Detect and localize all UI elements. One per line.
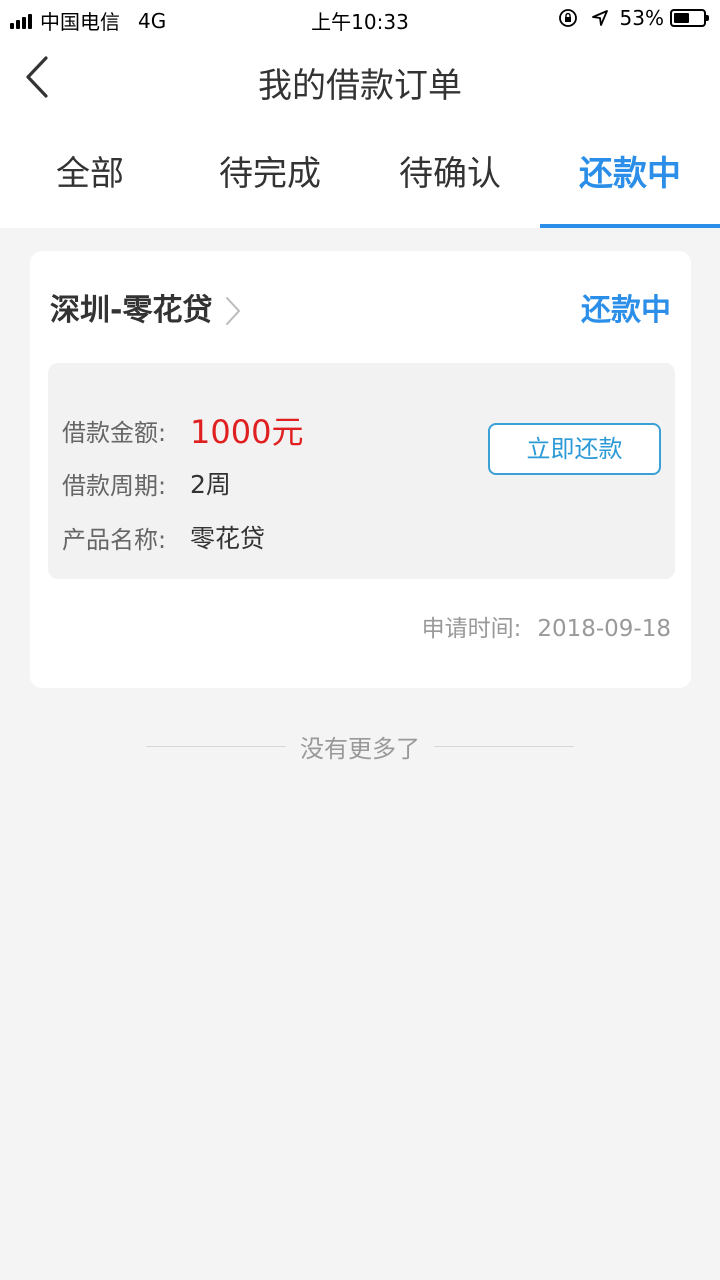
period-label: 借款周期: bbox=[62, 471, 167, 500]
divider bbox=[146, 745, 286, 747]
page-title: 我的借款订单 bbox=[258, 66, 462, 106]
apply-time-label: 申请时间: bbox=[421, 616, 522, 642]
apply-time: 申请时间: 2018-09-18 bbox=[422, 609, 671, 643]
order-title: 深圳-零花贷 bbox=[50, 293, 213, 328]
order-title-link[interactable]: 深圳-零花贷 bbox=[50, 291, 242, 331]
order-info-box: 借款金额: 1000元 借款周期: 2周 产品名称: 零花贷 立即还款 bbox=[48, 363, 675, 579]
list-end-note: 没有更多了 bbox=[0, 728, 720, 764]
chevron-right-icon bbox=[226, 297, 241, 325]
repay-now-button[interactable]: 立即还款 bbox=[488, 423, 661, 475]
amount-label: 借款金额: bbox=[62, 418, 167, 447]
tab-bar: 全部 待完成 待确认 还款中 bbox=[0, 122, 720, 228]
product-value: 零花贷 bbox=[190, 524, 266, 553]
order-status-badge: 还款中 bbox=[581, 293, 671, 328]
nav-header: 我的借款订单 bbox=[0, 38, 720, 122]
tab-pending[interactable]: 待完成 bbox=[180, 122, 360, 228]
product-label: 产品名称: bbox=[62, 525, 167, 554]
tab-all[interactable]: 全部 bbox=[0, 122, 180, 228]
divider bbox=[434, 745, 574, 747]
info-row-product: 产品名称: 零花贷 bbox=[62, 519, 265, 555]
list-end-text: 没有更多了 bbox=[300, 734, 420, 763]
amount-value: 1000元 bbox=[190, 413, 304, 451]
battery-percent: 53% bbox=[619, 6, 664, 30]
tab-to-confirm[interactable]: 待确认 bbox=[360, 122, 540, 228]
tab-repaying[interactable]: 还款中 bbox=[540, 122, 720, 228]
info-row-amount: 借款金额: 1000元 bbox=[62, 407, 303, 453]
tab-label: 全部 bbox=[56, 154, 124, 194]
order-card-header: 深圳-零花贷 还款中 bbox=[50, 291, 671, 331]
status-bar-right: 53% bbox=[556, 6, 709, 30]
apply-time-value: 2018-09-18 bbox=[537, 616, 671, 642]
location-arrow-icon bbox=[588, 6, 612, 30]
info-row-period: 借款周期: 2周 bbox=[62, 465, 231, 501]
order-card[interactable]: 深圳-零花贷 还款中 借款金额: 1000元 借款周期: 2周 产品名称: 零花… bbox=[30, 251, 691, 688]
tab-label: 待完成 bbox=[219, 154, 321, 194]
tab-label: 待确认 bbox=[399, 154, 501, 194]
active-tab-indicator bbox=[540, 224, 720, 228]
battery-level bbox=[674, 13, 689, 23]
period-value: 2周 bbox=[190, 470, 231, 499]
battery-icon bbox=[670, 9, 709, 27]
tab-label: 还款中 bbox=[579, 154, 681, 194]
rotation-lock-icon bbox=[556, 6, 580, 30]
status-bar: 中国电信 4G 上午10:33 53% bbox=[0, 0, 720, 38]
